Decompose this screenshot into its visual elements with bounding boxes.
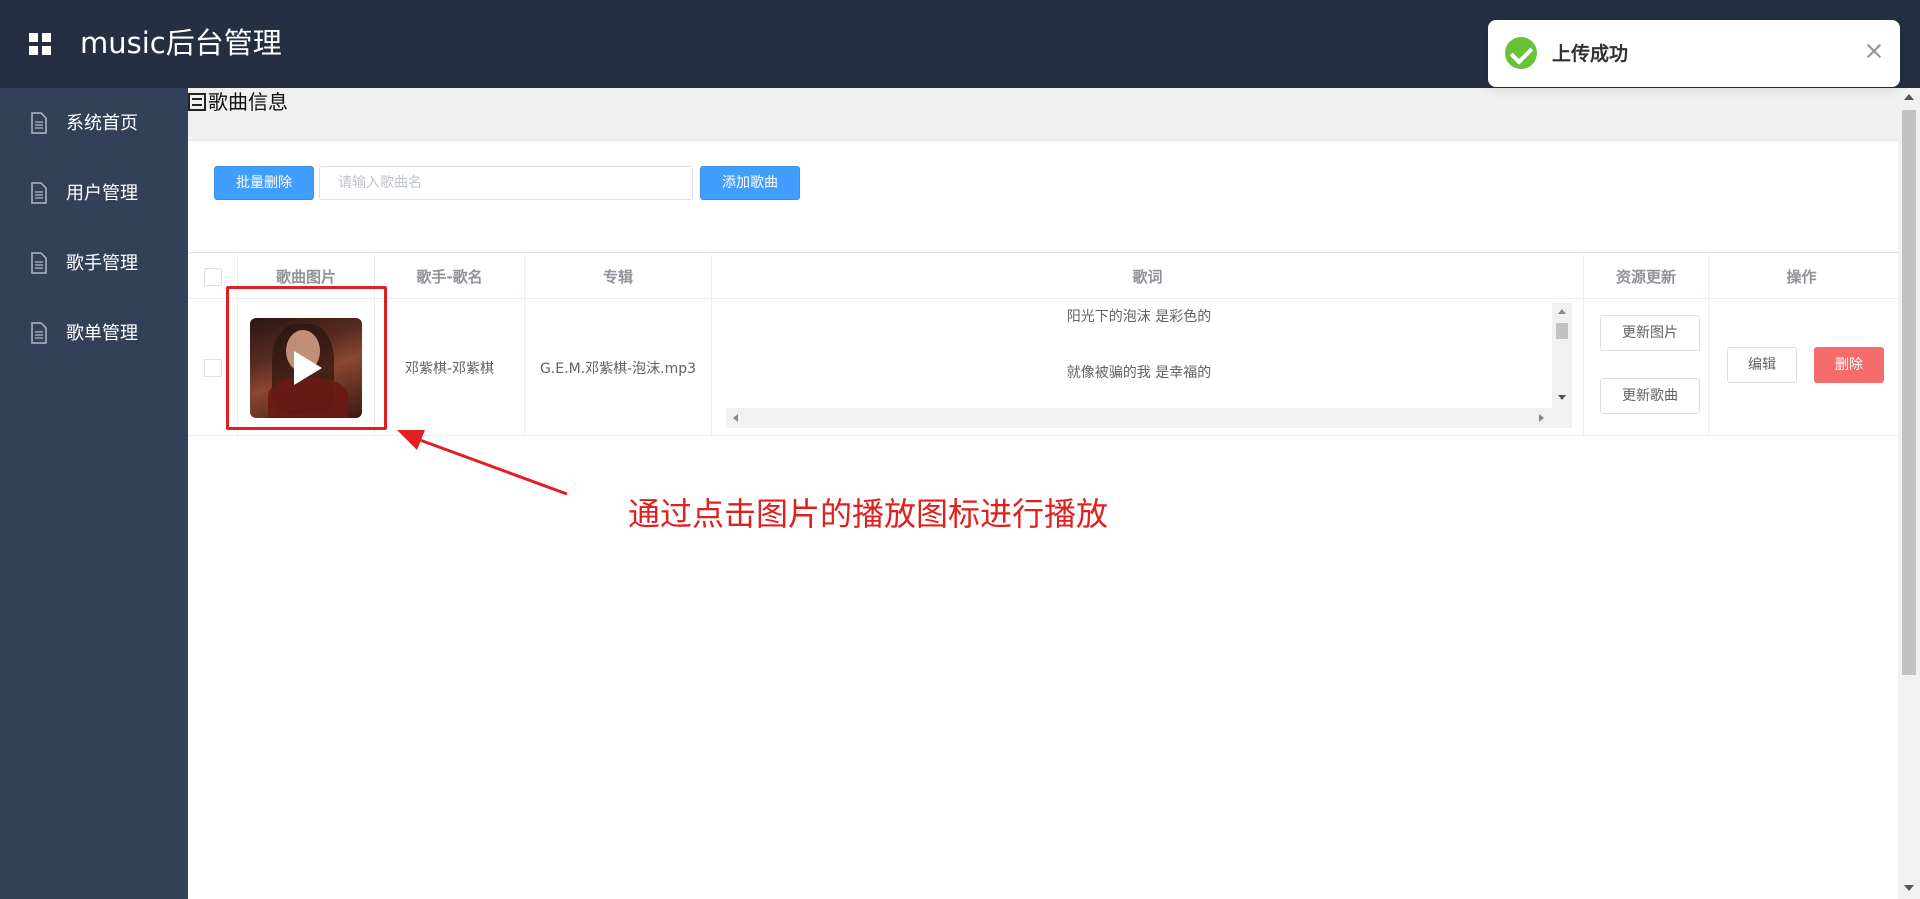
song-search-input[interactable] [319,166,693,200]
annotation-highlight-box [226,286,387,430]
sidebar-item-singers[interactable]: 歌手管理 [0,228,188,298]
column-header-actions: 操作 [1786,268,1817,286]
update-image-button[interactable]: 更新图片 [1600,315,1700,351]
grid-icon[interactable] [29,33,51,55]
row-checkbox[interactable] [203,358,222,377]
toast-message: 上传成功 [1552,43,1629,65]
lyrics-scroll-box[interactable]: 阳光下的泡沫 是彩色的 就像被骗的我 是幸福的 [726,303,1572,428]
column-header-album: 专辑 [525,255,712,299]
lyric-line: 阳光下的泡沫 是彩色的 [1066,309,1212,325]
singer-song-cell: 邓紫棋-邓紫棋 [375,299,525,436]
sidebar-item-label: 系统首页 [66,113,138,134]
update-song-button[interactable]: 更新歌曲 [1600,378,1700,414]
batch-delete-button[interactable]: 批量删除 [214,166,314,200]
scroll-down-icon[interactable] [1558,395,1566,400]
scroll-thumb[interactable] [1556,323,1568,339]
annotation-text: 通过点击图片的播放图标进行播放 [628,495,1109,533]
success-toast: 上传成功 [1488,20,1900,87]
breadcrumb: 歌曲信息 [188,88,288,116]
scroll-left-icon[interactable] [733,414,738,422]
sidebar-item-users[interactable]: 用户管理 [0,158,188,228]
sidebar-item-label: 歌手管理 [66,253,138,274]
scroll-right-icon[interactable] [1539,414,1544,422]
column-header-singer-song: 歌手-歌名 [375,255,525,299]
toolbar: 批量删除 添加歌曲 [188,141,1900,253]
album-cell: G.E.M.邓紫棋-泡沫.mp3 [525,299,712,436]
sidebar-item-home[interactable]: 系统首页 [0,88,188,158]
document-icon [31,322,47,344]
sidebar-item-label: 歌单管理 [66,323,138,344]
lyrics-horizontal-scrollbar[interactable] [726,408,1572,428]
table-header: 歌曲图片 歌手-歌名 专辑 歌词 资源更新 操作 [188,255,1900,299]
document-icon [31,252,47,274]
document-icon [31,112,47,134]
annotation-arrow-icon [397,430,568,496]
scroll-thumb[interactable] [1902,110,1916,675]
column-header-lyrics: 歌词 [712,255,1584,299]
select-all-checkbox[interactable] [203,268,222,286]
lyric-line: 就像被骗的我 是幸福的 [1066,365,1212,381]
sidebar-item-label: 用户管理 [66,183,138,204]
menu-icon [188,93,206,111]
sidebar-item-playlists[interactable]: 歌单管理 [0,298,188,368]
breadcrumb-label: 歌曲信息 [208,90,288,114]
document-icon [31,182,47,204]
scroll-up-icon[interactable] [1904,94,1914,100]
add-song-button[interactable]: 添加歌曲 [700,166,800,200]
column-header-resource-update: 资源更新 [1584,255,1709,299]
check-circle-icon [1505,37,1537,69]
lyrics-vertical-scrollbar[interactable] [1552,303,1572,408]
delete-button[interactable]: 删除 [1814,347,1884,383]
close-icon[interactable] [1863,40,1885,62]
edit-button[interactable]: 编辑 [1727,347,1797,383]
scroll-up-icon[interactable] [1558,309,1566,314]
sidebar: 系统首页 用户管理 歌手管理 歌单管理 [0,88,188,899]
scroll-down-icon[interactable] [1904,885,1914,891]
app-title: music后台管理 [80,26,282,60]
page-scrollbar[interactable] [1898,88,1920,899]
